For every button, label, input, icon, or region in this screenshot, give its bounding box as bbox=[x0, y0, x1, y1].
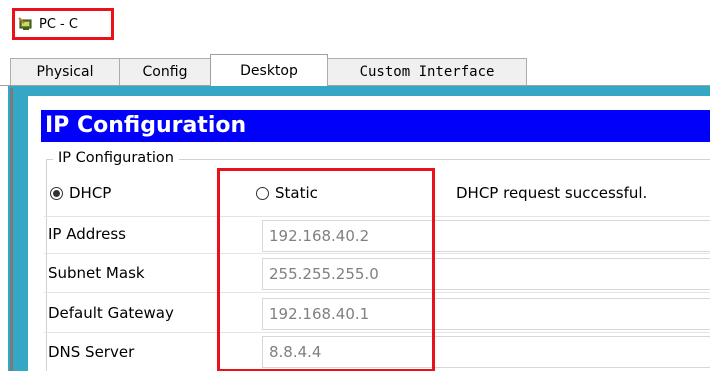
pc-config-window: PC - C Physical Config Desktop Custom In… bbox=[0, 0, 710, 371]
radio-unselected-icon bbox=[256, 186, 269, 200]
panel-header: IP Configuration bbox=[41, 110, 710, 142]
tab-physical[interactable]: Physical bbox=[10, 58, 120, 85]
dhcp-label: DHCP bbox=[69, 184, 112, 202]
group-border-left bbox=[46, 159, 47, 371]
row-divider bbox=[44, 332, 710, 333]
tab-label: Desktop bbox=[240, 62, 298, 79]
row-divider bbox=[44, 253, 710, 254]
tab-label: Custom Interface bbox=[359, 64, 495, 80]
ip-address-label: IP Address bbox=[48, 225, 126, 243]
static-radio[interactable]: Static bbox=[256, 184, 318, 202]
tab-label: Config bbox=[142, 64, 188, 80]
ip-address-value: 192.168.40.2 bbox=[269, 227, 370, 245]
dhcp-radio[interactable]: DHCP bbox=[50, 184, 111, 202]
group-label: IP Configuration bbox=[53, 148, 179, 168]
dns-server-value: 8.8.4.4 bbox=[269, 343, 322, 361]
subnet-mask-value: 255.255.255.0 bbox=[269, 265, 379, 283]
row-divider bbox=[44, 292, 710, 293]
tab-bar: Physical Config Desktop Custom Interface bbox=[0, 54, 710, 86]
window-title: PC - C bbox=[39, 16, 78, 32]
panel-title: IP Configuration bbox=[45, 113, 247, 138]
tab-custom-interface[interactable]: Custom Interface bbox=[327, 58, 527, 85]
default-gateway-label: Default Gateway bbox=[48, 304, 174, 322]
frame-border bbox=[10, 88, 13, 371]
pc-icon bbox=[18, 17, 32, 30]
default-gateway-field[interactable]: 192.168.40.1 bbox=[262, 298, 710, 330]
tab-label: Physical bbox=[36, 64, 94, 80]
dns-server-label: DNS Server bbox=[48, 343, 135, 361]
dns-server-field[interactable]: 8.8.4.4 bbox=[262, 336, 710, 368]
radio-selected-icon bbox=[50, 186, 63, 200]
window-title-box: PC - C bbox=[12, 8, 114, 40]
default-gateway-value: 192.168.40.1 bbox=[269, 305, 370, 323]
subnet-mask-field[interactable]: 255.255.255.0 bbox=[262, 258, 710, 290]
tab-desktop[interactable]: Desktop bbox=[210, 54, 328, 86]
row-divider bbox=[44, 216, 710, 217]
ip-address-field[interactable]: 192.168.40.2 bbox=[262, 220, 710, 252]
static-label: Static bbox=[275, 184, 318, 202]
tab-config[interactable]: Config bbox=[119, 58, 211, 85]
subnet-mask-label: Subnet Mask bbox=[48, 264, 145, 282]
dhcp-status: DHCP request successful. bbox=[456, 184, 648, 202]
